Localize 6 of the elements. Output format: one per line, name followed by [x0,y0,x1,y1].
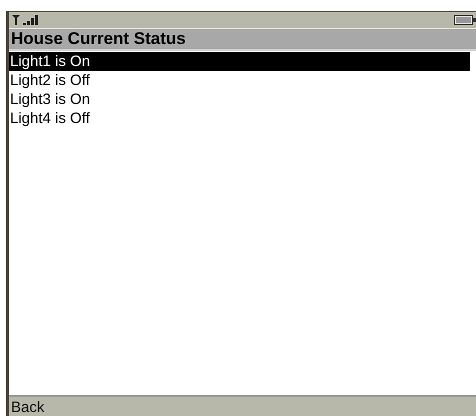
list-item[interactable]: Light2 is Off [9,71,470,90]
list-item[interactable]: Light3 is On [9,90,470,109]
list-item[interactable]: Light1 is On [9,52,470,71]
screen-title: House Current Status [9,29,476,51]
list-item[interactable]: Light4 is Off [9,109,470,128]
back-soft-key[interactable]: Back [9,398,44,416]
